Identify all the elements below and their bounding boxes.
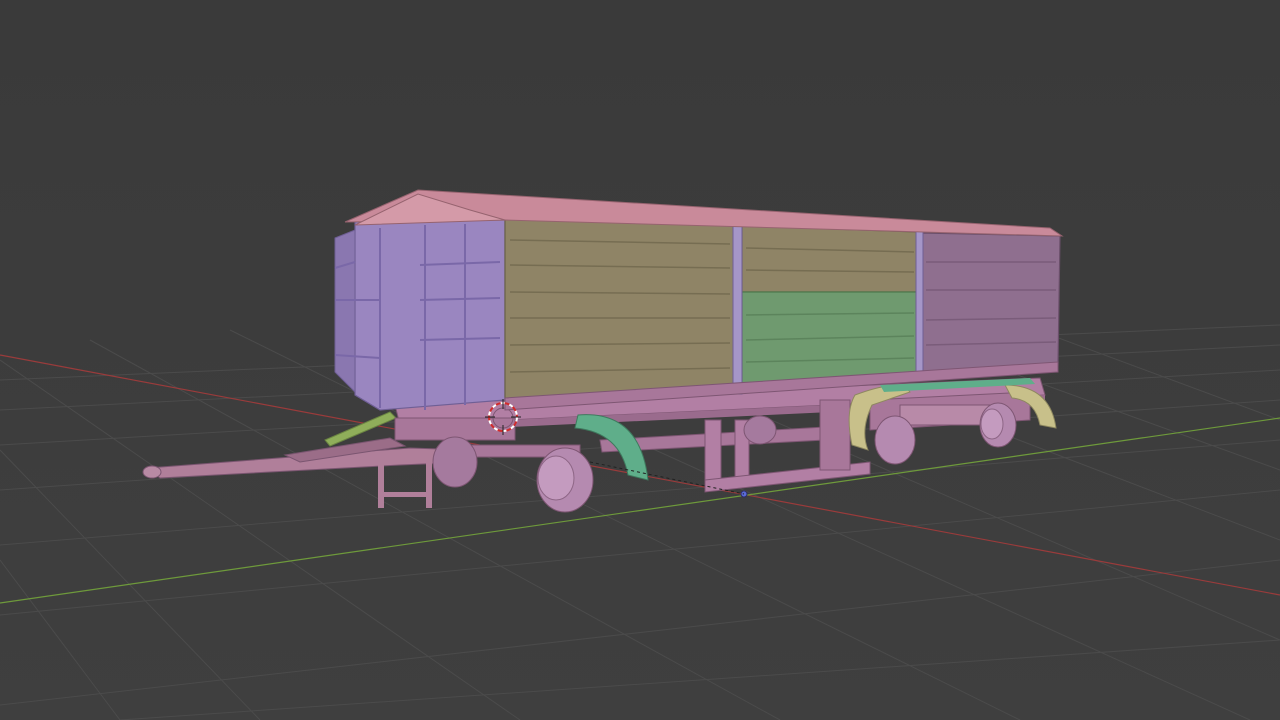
side-panel-middle-top <box>741 225 919 293</box>
front-wall <box>354 217 506 411</box>
trailer-body[interactable] <box>334 189 1064 411</box>
viewport-canvas[interactable] <box>0 0 1280 720</box>
3d-viewport[interactable] <box>0 0 1280 720</box>
side-panel-front <box>504 217 736 403</box>
side-panel-rear <box>921 232 1061 375</box>
